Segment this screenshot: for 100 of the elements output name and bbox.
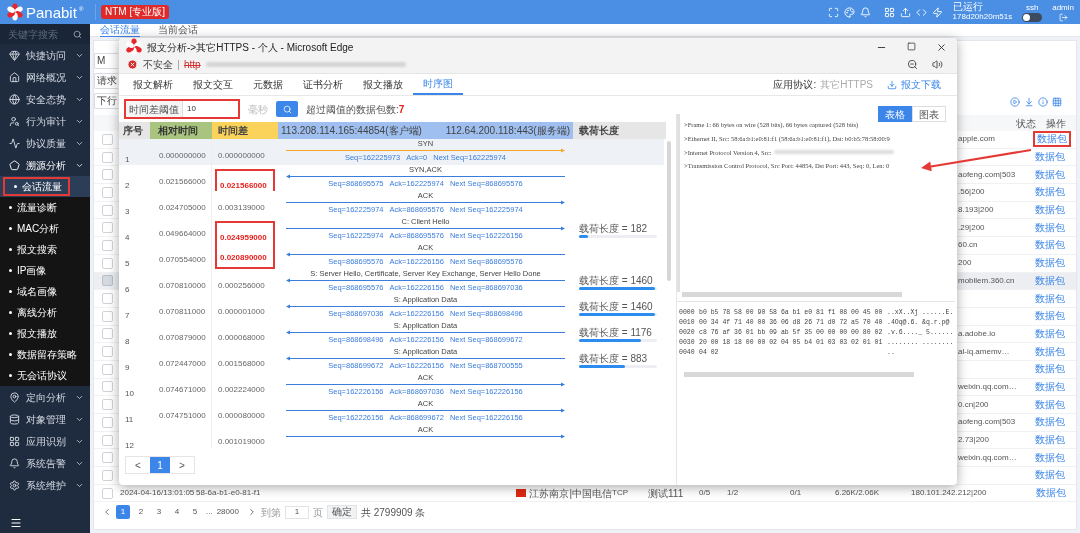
packet-link[interactable]: 数据包 [1033, 345, 1067, 358]
filter-button[interactable]: 下行 [94, 93, 118, 109]
nav-item[interactable]: 行为审计 [0, 110, 90, 132]
modal-tab[interactable]: 元数据 [243, 74, 293, 95]
packet-link[interactable]: 数据包 [1033, 204, 1067, 217]
code-icon[interactable] [915, 6, 927, 18]
packet-link[interactable]: 数据包 [1033, 310, 1067, 323]
download-icon[interactable] [887, 79, 897, 90]
row-checkbox[interactable] [101, 416, 113, 428]
row-checkbox[interactable] [101, 275, 113, 287]
nav-item[interactable]: 系统维护 [0, 474, 90, 496]
nav-subitem[interactable]: 会话流量 [3, 177, 70, 196]
nav-item[interactable]: 定向分析 [0, 386, 90, 408]
page-number[interactable]: 2 [134, 505, 148, 520]
bell-icon[interactable] [859, 6, 871, 18]
row-checkbox[interactable] [101, 257, 113, 269]
zoom-out-icon[interactable] [907, 59, 918, 70]
url-text[interactable]: http [184, 57, 201, 72]
nav-item[interactable]: 快捷访问 [0, 44, 90, 66]
scrollbar[interactable] [667, 141, 671, 281]
logout-icon[interactable] [1058, 12, 1068, 22]
page-number[interactable]: 3 [152, 505, 166, 520]
nav-subitem[interactable]: 离线分析 [0, 303, 63, 322]
packet-link[interactable]: 数据包 [1033, 469, 1067, 482]
search-icon[interactable] [73, 29, 82, 39]
packet-link[interactable]: 数据包 [1033, 131, 1071, 148]
row-checkbox[interactable] [101, 239, 113, 251]
row-checkbox[interactable] [101, 328, 113, 340]
ssh-toggle[interactable] [1022, 12, 1043, 22]
row-checkbox[interactable] [101, 222, 113, 234]
packet-link[interactable]: 数据包 [1033, 168, 1067, 181]
prev-page-icon[interactable] [102, 507, 112, 518]
maximize-icon[interactable] [907, 41, 916, 51]
nav-subitem[interactable]: IP画像 [0, 261, 53, 280]
goto-page-field[interactable]: 1 [284, 505, 309, 519]
view-toggle[interactable]: 表格 [878, 106, 912, 122]
confirm-button[interactable]: 确定 [326, 505, 357, 520]
nav-subitem[interactable]: 报文播放 [0, 324, 63, 343]
packet-link[interactable]: 数据包 [1033, 327, 1067, 340]
nav-item[interactable]: 溯源分析 [0, 154, 90, 176]
row-checkbox[interactable] [101, 204, 113, 216]
info-icon[interactable] [1038, 97, 1048, 107]
scrollbar[interactable] [682, 292, 902, 297]
row-checkbox[interactable] [101, 133, 113, 145]
packet-link[interactable]: 数据包 [1033, 151, 1067, 164]
packet-link[interactable]: 数据包 [1034, 487, 1068, 500]
packet-link[interactable]: 数据包 [1033, 292, 1067, 305]
modal-tab[interactable]: 报文播放 [353, 74, 413, 95]
nav-item[interactable]: 系统告警 [0, 452, 90, 474]
nav-item[interactable]: 协议质量 [0, 132, 90, 154]
packet-link[interactable]: 数据包 [1033, 221, 1067, 234]
packet-link[interactable]: 数据包 [1033, 416, 1067, 429]
nav-item[interactable]: 应用识别 [0, 430, 90, 452]
filter-button[interactable]: M [94, 53, 118, 69]
collapse-menu-icon[interactable] [10, 517, 22, 529]
download-link[interactable]: 报文下载 [901, 77, 941, 92]
modal-tab[interactable]: 证书分析 [293, 74, 353, 95]
grid-icon[interactable] [883, 6, 895, 18]
row-checkbox[interactable] [101, 399, 113, 411]
nav-subitem[interactable]: 数据留存策略 [0, 345, 83, 364]
download-icon[interactable] [1024, 97, 1034, 107]
row-checkbox[interactable] [101, 151, 113, 163]
close-icon[interactable] [936, 41, 947, 53]
packet-link[interactable]: 数据包 [1033, 380, 1067, 393]
packet-link[interactable]: 数据包 [1033, 398, 1067, 411]
upload-icon[interactable] [899, 6, 911, 18]
view-toggle[interactable]: 图表 [912, 106, 946, 122]
row-checkbox[interactable] [101, 381, 113, 393]
packet-link[interactable]: 数据包 [1033, 257, 1067, 270]
page-number[interactable]: 1 [116, 505, 130, 520]
packet-link[interactable]: 数据包 [1033, 363, 1067, 376]
next-page-button[interactable]: > [170, 457, 194, 473]
prev-page-button[interactable]: < [126, 457, 150, 473]
nav-subitem[interactable]: MAC分析 [0, 219, 66, 238]
packet-link[interactable]: 数据包 [1033, 434, 1067, 447]
page-tab[interactable]: 会话流量 [100, 24, 140, 37]
nav-subitem[interactable]: 无会话协议 [0, 366, 73, 385]
page-number[interactable]: 28000 [216, 506, 239, 519]
lightning-icon[interactable] [931, 6, 943, 18]
search-button[interactable] [276, 101, 298, 117]
packet-link[interactable]: 数据包 [1033, 239, 1067, 252]
row-checkbox[interactable] [101, 434, 113, 446]
page-number[interactable]: 4 [170, 505, 184, 520]
read-aloud-icon[interactable] [932, 59, 943, 70]
nav-item[interactable]: 安全态势 [0, 88, 90, 110]
palette-icon[interactable] [843, 6, 855, 18]
row-checkbox[interactable] [101, 452, 113, 464]
nav-subitem[interactable]: 域名画像 [0, 282, 63, 301]
row-checkbox[interactable] [101, 487, 113, 499]
nav-item[interactable]: 对象管理 [0, 408, 90, 430]
filter-button[interactable]: 请求 [94, 73, 118, 89]
nav-subitem[interactable]: 报文搜索 [0, 240, 63, 259]
page-number[interactable]: 1 [150, 457, 170, 473]
table-icon[interactable] [1052, 97, 1062, 107]
row-checkbox[interactable] [101, 169, 113, 181]
nav-subitem[interactable]: 流量诊断 [0, 198, 63, 217]
play-icon[interactable] [1010, 97, 1020, 107]
modal-tab[interactable]: 报文解析 [123, 74, 183, 95]
modal-tab[interactable]: 时序图 [413, 74, 463, 95]
row-checkbox[interactable] [101, 346, 113, 358]
